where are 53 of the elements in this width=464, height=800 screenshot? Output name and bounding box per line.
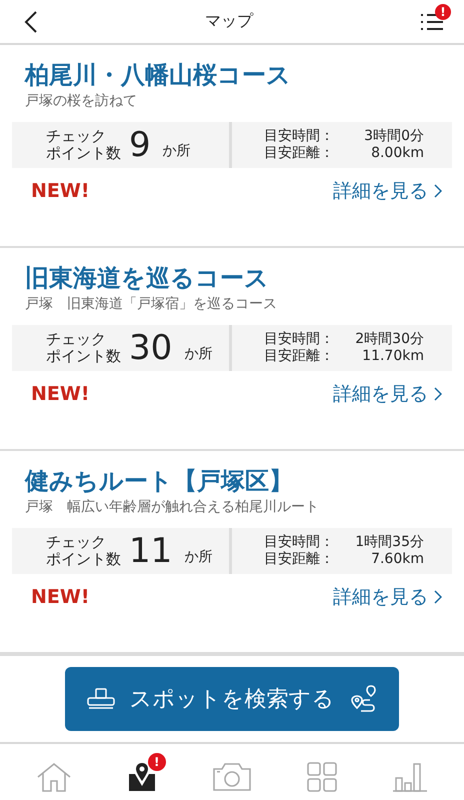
- distance-value: 11.70km: [362, 348, 424, 365]
- course-subtitle: 戸塚の桜を訪ねて: [24, 92, 138, 111]
- time-label: 目安時間：: [264, 128, 334, 145]
- course-title: 柏尾川・八幡山桜コース: [23, 60, 292, 91]
- stamp-icon: [86, 687, 116, 711]
- distance-value: 8.00km: [371, 145, 424, 162]
- map-pin-icon: [126, 762, 157, 792]
- new-label: NEW!: [31, 383, 90, 405]
- screen-title: マップ: [205, 11, 253, 32]
- checkpoint-label: ポイント数: [46, 348, 121, 365]
- distance-label: 目安距離：: [264, 551, 334, 568]
- camera-icon: [212, 762, 252, 792]
- new-label: NEW!: [31, 586, 90, 608]
- chevron-right-icon: [434, 387, 442, 401]
- back-icon[interactable]: [24, 10, 38, 34]
- course-subtitle: 戸塚 旧東海道「戸塚宿」を巡るコース: [24, 295, 278, 314]
- menu-icon[interactable]: [420, 12, 444, 32]
- checkpoint-label: チェック: [46, 534, 107, 551]
- details-link[interactable]: 詳細を見る: [333, 381, 452, 407]
- notification-badge: !: [148, 752, 166, 770]
- time-value: 2時間30分: [355, 331, 424, 348]
- distance-label: 目安距離：: [264, 348, 334, 365]
- new-label: NEW!: [31, 180, 90, 202]
- notification-badge: !: [435, 4, 451, 20]
- course-subtitle: 戸塚 幅広い年齢層が触れ合える柏尾川ルート: [24, 498, 320, 517]
- time-value: 1時間35分: [355, 534, 424, 551]
- chevron-right-icon: [434, 184, 442, 198]
- checkpoint-label: ポイント数: [46, 551, 121, 568]
- checkpoint-count: 30: [129, 328, 172, 368]
- course-title: 旧東海道を巡るコース: [24, 263, 270, 294]
- details-link[interactable]: 詳細を見る: [333, 178, 452, 204]
- home-icon: [36, 762, 72, 792]
- checkpoint-count: 9: [129, 125, 151, 165]
- checkpoint-label: ポイント数: [46, 145, 121, 162]
- checkpoint-unit: か所: [184, 548, 212, 566]
- grid-icon: [307, 762, 338, 792]
- time-label: 目安時間：: [264, 331, 334, 348]
- time-value: 3時間0分: [364, 128, 424, 145]
- route-icon: [348, 684, 378, 714]
- checkpoint-unit: か所: [184, 345, 212, 363]
- search-spot-button[interactable]: スポットを検索する: [65, 667, 399, 731]
- tab-button[interactable]: !: [118, 752, 166, 792]
- course-title: 健みちルート【戸塚区】: [24, 466, 294, 497]
- chevron-right-icon: [434, 590, 442, 604]
- time-label: 目安時間：: [264, 534, 334, 551]
- checkpoint-unit: か所: [162, 142, 191, 160]
- distance-label: 目安距離：: [264, 145, 334, 162]
- distance-value: 7.60km: [371, 551, 424, 568]
- details-link[interactable]: 詳細を見る: [333, 584, 452, 610]
- checkpoint-label: チェック: [46, 128, 107, 145]
- checkpoint-label: チェック: [46, 331, 107, 348]
- bar-chart-icon: [392, 762, 428, 792]
- checkpoint-count: 11: [129, 531, 172, 571]
